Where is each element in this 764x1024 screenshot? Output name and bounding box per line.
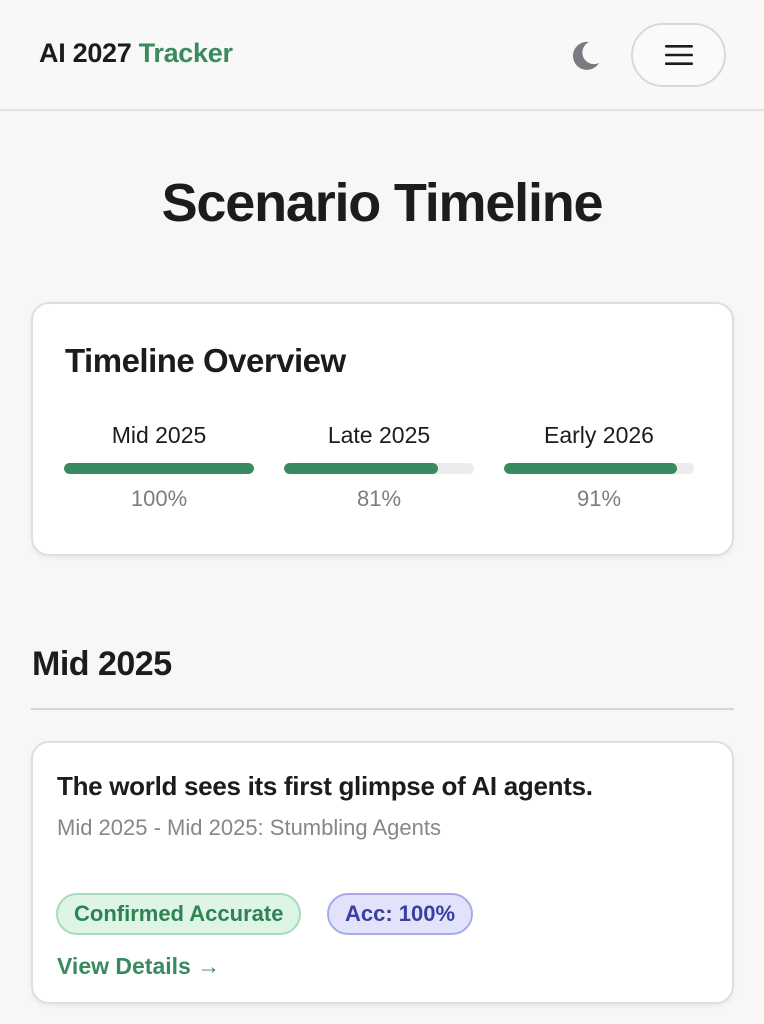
progress-fill: [64, 463, 254, 474]
progress-track: [504, 463, 694, 474]
period-label: Early 2026: [544, 422, 654, 448]
section-heading: Mid 2025: [32, 645, 172, 683]
status-badge: Confirmed Accurate: [56, 893, 302, 935]
section-divider: [31, 708, 734, 710]
page-title: Scenario Timeline: [161, 173, 604, 233]
period-progress-text: 100%: [130, 486, 188, 511]
period-progress-text: 91%: [576, 486, 622, 511]
theme-toggle-button[interactable]: [565, 36, 605, 76]
moon-icon: [572, 41, 599, 70]
brand-accent: Tracker: [138, 38, 233, 68]
brand-logo[interactable]: AI 2027 Tracker: [39, 38, 233, 69]
progress-track: [284, 463, 474, 474]
event-title: The world sees its first glimpse of AI a…: [57, 771, 593, 801]
view-details-link[interactable]: View Details →: [57, 953, 220, 980]
event-card: The world sees its first glimpse of AI a…: [31, 741, 734, 1004]
overview-period: Early 2026 91%: [504, 422, 694, 512]
menu-button[interactable]: [631, 23, 726, 87]
period-progress-text: 81%: [356, 486, 402, 511]
timeline-overview-card: Timeline Overview Mid 2025 100% Late 202…: [31, 302, 734, 556]
period-label: Late 2025: [327, 422, 431, 448]
overview-period: Late 2025 81%: [284, 422, 474, 512]
accuracy-badge: Acc: 100%: [327, 893, 474, 935]
overview-title: Timeline Overview: [65, 342, 346, 379]
period-label: Mid 2025: [111, 422, 207, 448]
progress-fill: [504, 463, 677, 474]
hamburger-icon: [664, 45, 693, 65]
brand-prefix: AI 2027: [39, 38, 132, 68]
overview-period: Mid 2025 100%: [64, 422, 254, 512]
progress-track: [64, 463, 254, 474]
progress-fill: [284, 463, 438, 474]
event-subtitle: Mid 2025 - Mid 2025: Stumbling Agents: [57, 815, 442, 840]
top-navigation-bar: AI 2027 Tracker: [0, 0, 764, 111]
